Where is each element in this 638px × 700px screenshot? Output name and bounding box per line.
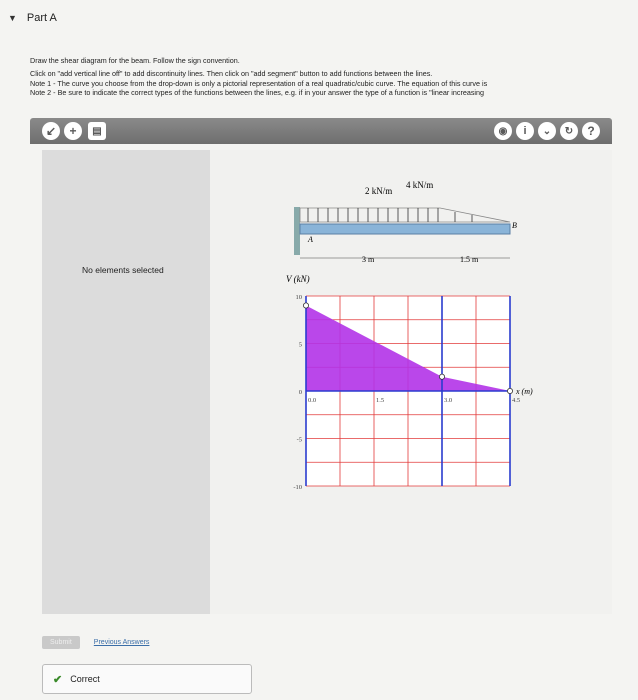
info-icon: i (523, 125, 527, 137)
x-tick-label: 1.5 (376, 397, 384, 404)
eye-button[interactable]: ◉ (494, 122, 512, 140)
shear-point[interactable] (506, 387, 513, 394)
y-tick-labels: 10 5 0 -5 -10 (293, 294, 302, 491)
beam (299, 223, 511, 235)
no-selection-message: No elements selected (82, 265, 164, 275)
feedback-text: Correct (70, 674, 100, 684)
shear-point[interactable] (438, 373, 445, 380)
properties-panel: No elements selected (42, 150, 210, 614)
x-tick-label: 4.5 (512, 397, 520, 404)
dim-1-label: 3 m (362, 255, 375, 264)
instructions: Draw the shear diagram for the beam. Fol… (30, 56, 638, 98)
y-tick-label: 10 (296, 294, 303, 301)
shear-point[interactable] (303, 302, 310, 309)
y-tick-label: 5 (299, 342, 302, 349)
instruction-line-2: Click on "add vertical line off" to add … (30, 69, 433, 79)
canvas-svg: 2 kN/m 4 kN/m A B 3 m 1.5 m 10 5 0 -5 -10 0.… (286, 180, 533, 491)
x-tick-label: 0.0 (308, 397, 316, 404)
drawing-toolbar: ↙ + ▤ ◉ i ⌄ ↻ ? (30, 118, 612, 144)
add-segment-button[interactable]: + (64, 122, 82, 140)
chevron-down-icon: ⌄ (542, 125, 552, 137)
drawing-canvas[interactable]: 2 kN/m 4 kN/m A B 3 m 1.5 m 10 5 0 -5 -10 0.… (210, 150, 612, 614)
y-tick-label: 0 (299, 389, 302, 396)
y-axis-label: V (kN) (286, 274, 310, 284)
beam-diagram: 2 kN/m 4 kN/m A B 3 m 1.5 m (294, 180, 517, 264)
support-a-label: A (307, 235, 313, 244)
delete-button[interactable]: ▤ (88, 122, 106, 140)
vertical-line-icon: ↙ (45, 124, 57, 138)
load-left-label: 2 kN/m (365, 186, 392, 196)
dropdown-button[interactable]: ⌄ (538, 122, 556, 140)
part-title: Part A (26, 12, 57, 24)
part-header[interactable]: ▼ Part A (8, 12, 57, 24)
load-arrows (307, 208, 473, 222)
instruction-line-4: Note 2 - Be sure to indicate the correct… (30, 88, 485, 98)
previous-answers-link[interactable]: Previous Answers (94, 639, 150, 646)
info-button[interactable]: i (516, 122, 534, 140)
x-tick-label: 3.0 (444, 397, 452, 404)
submit-button[interactable]: Submit (42, 636, 80, 649)
x-axis-label: x (m) (515, 387, 533, 396)
load-right-label: 4 kN/m (406, 180, 433, 190)
shear-plot: 10 5 0 -5 -10 0.0 1.5 3.0 4.5 V (kN) x (m) (286, 274, 533, 491)
distributed-load (299, 207, 511, 223)
action-bar: Submit Previous Answers (42, 636, 149, 649)
reset-button[interactable]: ↻ (560, 122, 578, 140)
wall-support (294, 207, 300, 255)
add-vertical-line-button[interactable]: ↙ (42, 122, 60, 140)
support-b-label: B (512, 221, 517, 230)
help-icon: ? (587, 124, 595, 138)
eye-icon: ◉ (498, 125, 508, 137)
collapse-caret-icon[interactable]: ▼ (8, 13, 17, 23)
y-tick-label: -10 (293, 484, 302, 491)
y-tick-label: -5 (297, 437, 302, 444)
dim-2-label: 1.5 m (460, 255, 479, 264)
trash-icon: ▤ (92, 125, 102, 137)
instruction-line-3: Note 1 - The curve you choose from the d… (30, 78, 488, 88)
checkmark-icon: ✔ (53, 673, 63, 686)
plus-icon: + (69, 124, 77, 138)
instruction-line-1: Draw the shear diagram for the beam. Fol… (30, 56, 240, 65)
help-button[interactable]: ? (582, 122, 600, 140)
reset-icon: ↻ (564, 125, 574, 137)
feedback-box: ✔ Correct (42, 664, 252, 694)
